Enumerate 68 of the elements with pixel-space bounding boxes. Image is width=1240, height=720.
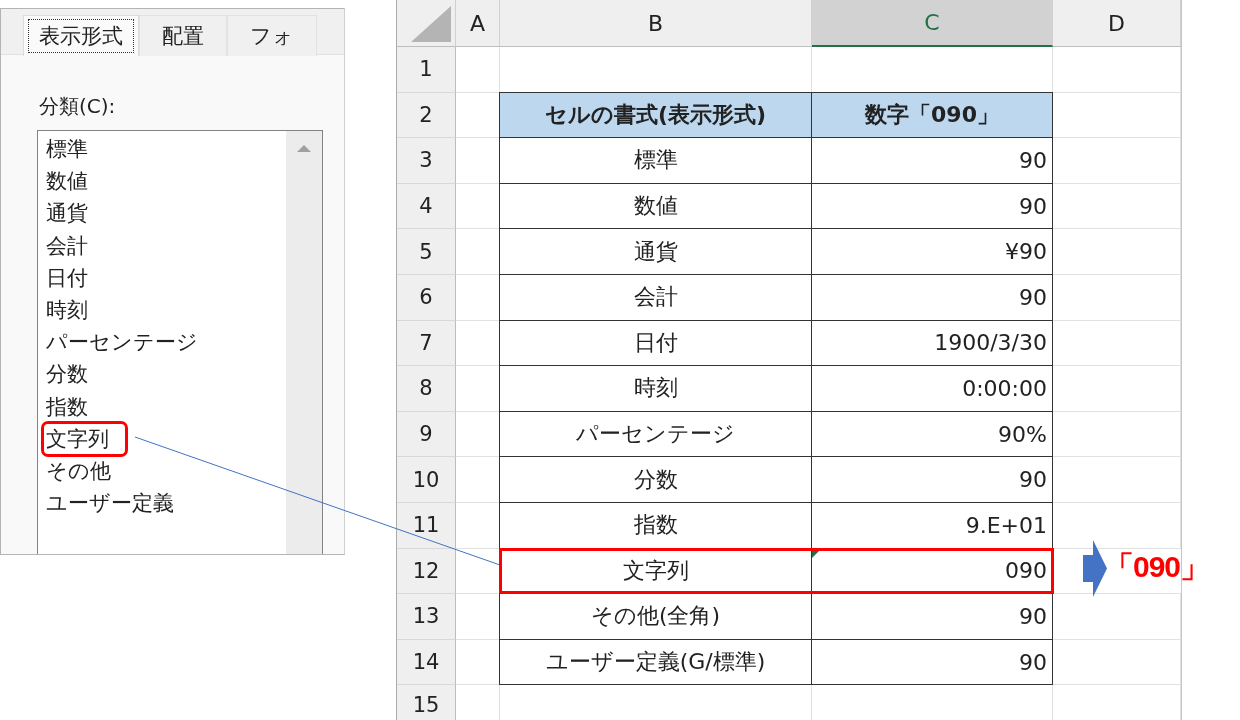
table-cell-text: 通貨 [633, 237, 678, 266]
table-cell: 90 [1019, 649, 1047, 675]
table-cell: 90 [1019, 467, 1047, 493]
category-list[interactable]: 標準 数値 通貨 会計 日付 時刻 パーセンテージ 分数 指数 文字列 その他 ユーザー定義 [37, 130, 323, 554]
row-header[interactable]: 7 [397, 320, 456, 367]
table-cell-text: 分数 [633, 465, 678, 494]
table-cell: 0:00:00 [962, 375, 1047, 401]
table-cell-text: 標準 [633, 146, 678, 175]
list-item[interactable]: 文字列 [44, 423, 125, 454]
select-all-corner[interactable] [397, 0, 456, 47]
table-cell: 9.E+01 [965, 512, 1047, 538]
table-cell: 90 [1019, 193, 1047, 219]
row-header[interactable]: 11 [397, 502, 456, 549]
table-cell-text: 日付 [633, 328, 678, 357]
row-header[interactable]: 14 [397, 639, 456, 686]
row-header[interactable]: 1 [397, 47, 456, 93]
tab[interactable]: 配置 [139, 15, 227, 56]
column-title: セルの書式(表示形式) [544, 100, 767, 129]
table-cell: ¥90 [1005, 239, 1047, 265]
row-header[interactable]: 15 [397, 685, 456, 720]
row-header[interactable]: 6 [397, 274, 456, 321]
table-cell: 1900/3/30 [934, 330, 1047, 356]
right-arrow-icon [1083, 540, 1107, 597]
column-title: 数字「090」 [865, 100, 999, 129]
column-header[interactable]: D [1053, 0, 1181, 47]
table-cell: 90% [998, 421, 1047, 447]
list-item[interactable]: 日付 [44, 262, 90, 293]
scrollbar[interactable] [286, 131, 322, 554]
table-cell-text: ユーザー定義(G/標準) [545, 648, 766, 676]
table-cell-text: 時刻 [633, 374, 678, 403]
list-item[interactable]: 分数 [44, 359, 90, 390]
corner-triangle-icon [411, 6, 451, 42]
table-cell: 90 [1019, 603, 1047, 629]
row-header[interactable]: 9 [397, 411, 456, 458]
table-cell: 090 [1005, 558, 1047, 584]
list-item[interactable]: 時刻 [44, 294, 90, 325]
row-header[interactable]: 3 [397, 138, 456, 184]
row-header[interactable]: 13 [397, 594, 456, 640]
tab[interactable]: 表示形式 [23, 15, 139, 56]
table-cell: 90 [1019, 284, 1047, 310]
table-cell-text: パーセンテージ [576, 420, 735, 449]
list-item[interactable]: 数値 [44, 166, 90, 197]
row-header[interactable]: 5 [397, 229, 456, 275]
row-header[interactable]: 2 [397, 92, 456, 139]
scroll-up-icon[interactable] [296, 143, 312, 153]
list-item[interactable]: 会計 [44, 230, 90, 261]
category-label: 分類(C): [39, 93, 116, 120]
list-item[interactable]: ユーザー定義 [44, 488, 176, 519]
row-header[interactable]: 4 [397, 183, 456, 230]
table-cell-text: 文字列 [622, 556, 689, 585]
column-header[interactable]: A [456, 0, 500, 47]
column-header[interactable]: B [500, 0, 812, 47]
callout-text: 「090」 [1104, 549, 1210, 585]
tab[interactable]: フォ [227, 15, 317, 56]
table-cell-text: その他(全角) [590, 602, 721, 631]
table-cell-text: 会計 [633, 283, 678, 312]
list-item[interactable]: 通貨 [44, 198, 90, 229]
table-cell-text: 指数 [633, 511, 678, 540]
row-header[interactable]: 10 [397, 457, 456, 503]
list-item[interactable]: 標準 [44, 134, 90, 164]
list-item[interactable]: 指数 [44, 391, 90, 422]
row-header[interactable]: 8 [397, 366, 456, 412]
table-cell: 90 [1019, 148, 1047, 173]
table-cell-text: 数値 [633, 192, 678, 221]
list-item[interactable]: その他 [44, 455, 113, 486]
column-header[interactable]: C [812, 0, 1053, 47]
row-header[interactable]: 12 [397, 548, 456, 595]
list-item[interactable]: パーセンテージ [44, 327, 200, 358]
